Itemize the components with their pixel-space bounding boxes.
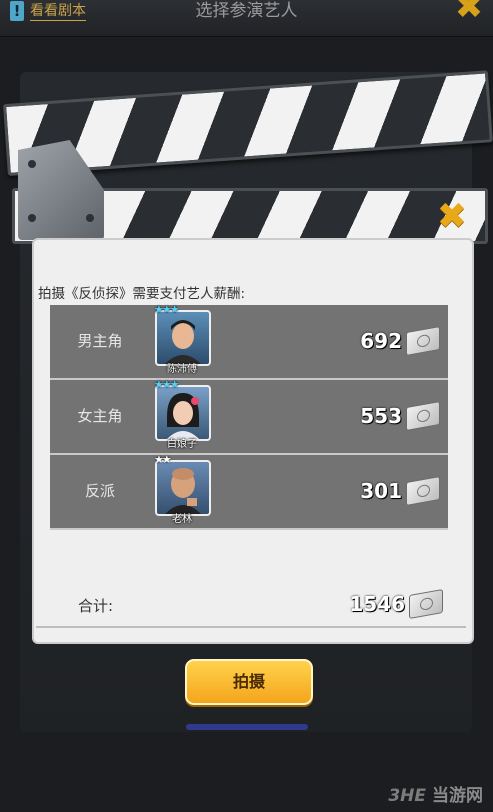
top-bar: ! 看看剧本 选择参演艺人 ✖ — [0, 0, 493, 37]
actor-name: 陈沛傅 — [167, 364, 197, 375]
button-shadow — [186, 724, 308, 730]
salary-value: 301 — [360, 479, 402, 503]
actor-name: 老林 — [172, 514, 192, 525]
star-rating: ★★★ — [154, 303, 180, 316]
star-rating: ★★ — [154, 453, 172, 466]
total-value: 1546 — [349, 592, 405, 616]
actor-avatar[interactable] — [155, 310, 211, 366]
salary-value: 692 — [360, 329, 402, 353]
salary-value: 553 — [360, 404, 402, 428]
actor-avatar[interactable] — [155, 460, 211, 516]
role-label: 女主角 — [77, 407, 123, 425]
page-title: 选择参演艺人 — [195, 1, 298, 21]
close-dialog-icon[interactable]: ✖ — [432, 198, 472, 236]
table-row: 男主角 ★★★ 陈沛傅 692 — [50, 303, 448, 380]
watermark: 3HE 当游网 — [388, 781, 483, 806]
money-icon — [406, 476, 440, 506]
table-row: 反派 ★★ 老林 301 — [50, 453, 448, 530]
watermark-text: 当游网 — [432, 786, 483, 806]
salary-prompt: 拍摄《反侦探》需要支付艺人薪酬: — [38, 286, 246, 302]
close-icon[interactable]: ✖ — [451, 0, 487, 24]
table-row: 女主角 ★★★ 白娘子 553 — [50, 378, 448, 455]
actor-avatar[interactable] — [155, 385, 211, 441]
money-icon — [406, 401, 440, 431]
actor-name: 白娘子 — [167, 439, 197, 450]
divider — [36, 626, 466, 628]
actor-salary-table: 男主角 ★★★ 陈沛傅 692 女主角 ★★★ 白娘子 553 反派 ★★ 老林… — [50, 303, 448, 530]
role-label: 反派 — [84, 482, 115, 500]
money-icon — [406, 326, 440, 356]
star-rating: ★★★ — [154, 378, 180, 391]
shoot-button[interactable]: 拍摄 — [185, 659, 313, 705]
watermark-logo: 3HE — [388, 786, 426, 806]
role-label: 男主角 — [77, 332, 123, 350]
total-label: 合计: — [78, 597, 114, 615]
